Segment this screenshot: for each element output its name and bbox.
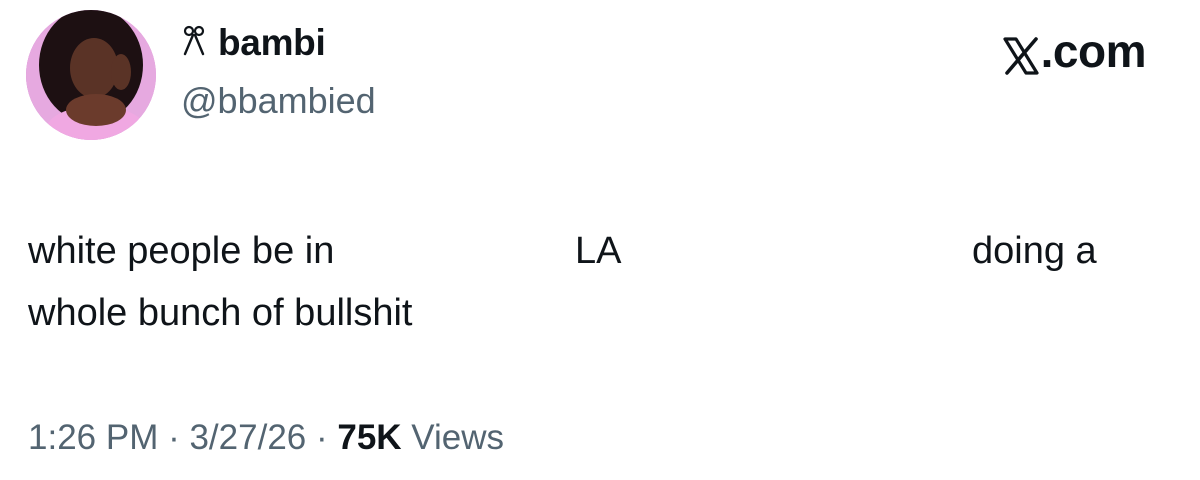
author-display-name[interactable]: bambi [218,22,326,64]
bow-icon [180,24,208,62]
avatar-image [26,10,156,140]
tweet-text-segment: whole bunch of bullshit [28,292,413,334]
views-count[interactable]: 75K [337,418,401,457]
tweet-text-segment-location: LA [575,230,622,272]
x-brand-watermark: .com [1003,24,1147,78]
avatar[interactable] [26,10,156,140]
author-name-row[interactable]: bambi [180,22,326,64]
tweet-date[interactable]: 3/27/26 [189,418,306,457]
tweet-card: bambi @bbambied .com white people be in … [0,0,1200,480]
tweet-line-1: white people be in LA doing a [28,220,1158,282]
views-label: Views [401,418,505,457]
tweet-text-segment: doing a [972,230,1097,272]
x-logo-icon [1003,32,1039,75]
tweet-text-segment: white people be in [28,230,335,272]
author-handle[interactable]: @bbambied [181,80,376,122]
tweet-meta: 1:26 PM · 3/27/26 · 75K Views [28,418,504,458]
meta-separator: · [306,418,338,457]
brand-domain: .com [1040,25,1147,77]
tweet-text: white people be in LA doing a whole bunc… [28,220,1158,344]
tweet-line-2: whole bunch of bullshit [28,282,1158,344]
meta-separator: · [158,418,190,457]
tweet-time[interactable]: 1:26 PM [28,418,158,457]
